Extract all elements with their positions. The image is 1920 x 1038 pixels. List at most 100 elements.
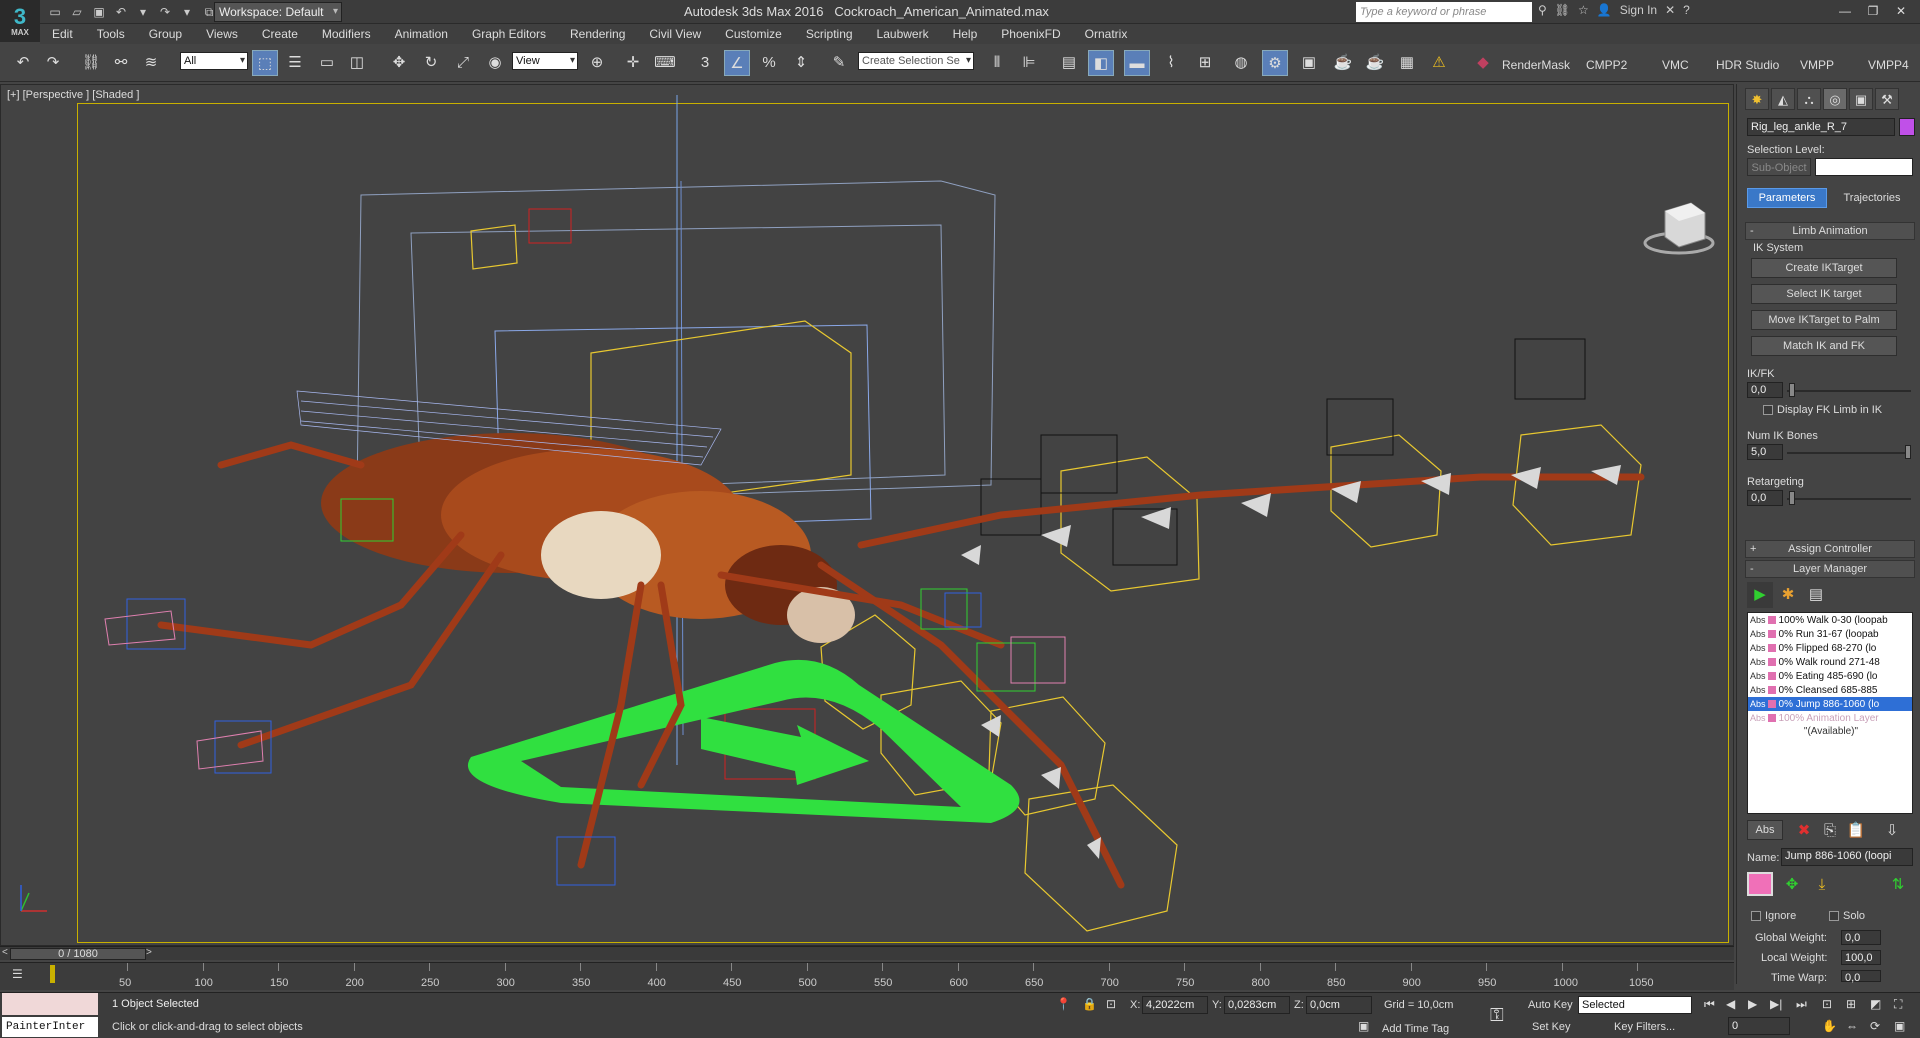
app-logo[interactable]: 3 MAX bbox=[0, 0, 40, 42]
global-weight-field[interactable]: 0,0 bbox=[1841, 930, 1881, 945]
layer-properties-icon[interactable]: ✱ bbox=[1775, 582, 1801, 608]
redo-icon[interactable]: ↷ bbox=[156, 3, 174, 21]
menu-edit[interactable]: Edit bbox=[40, 27, 85, 41]
menu-group[interactable]: Group bbox=[137, 27, 194, 41]
menu-customize[interactable]: Customize bbox=[713, 27, 794, 41]
ikfk-slider-thumb[interactable] bbox=[1789, 383, 1795, 397]
layer-row[interactable]: Abs 0% Eating 485-690 (lo bbox=[1748, 669, 1912, 683]
selection-filter-dropdown[interactable]: All bbox=[180, 52, 248, 70]
menu-views[interactable]: Views bbox=[194, 27, 250, 41]
move-iktarget-to-palm-button[interactable]: Move IKTarget to Palm bbox=[1751, 310, 1897, 330]
menu-modifiers[interactable]: Modifiers bbox=[310, 27, 383, 41]
menu-phoenixfd[interactable]: PhoenixFD bbox=[989, 27, 1072, 41]
layer-row[interactable]: Abs 0% Walk round 271-48 bbox=[1748, 655, 1912, 669]
num-ik-bones-field[interactable]: 5,0 bbox=[1747, 444, 1783, 460]
absolute-transform-icon[interactable]: ⊡ bbox=[1106, 997, 1116, 1011]
next-frame-icon[interactable]: > bbox=[146, 947, 152, 958]
layer-row-available[interactable]: "(Available)" bbox=[1748, 725, 1912, 739]
window-crossing-icon[interactable]: ◫ bbox=[344, 50, 370, 76]
create-iktarget-button[interactable]: Create IKTarget bbox=[1751, 258, 1897, 278]
bone-markers[interactable] bbox=[961, 465, 1621, 859]
track-bar[interactable]: ☰ 50 100 150 200 250 300 350 400 450 500 550 600 650… bbox=[0, 962, 1734, 990]
maximize-toggle-icon[interactable]: ▣ bbox=[1894, 1019, 1905, 1033]
layer-row[interactable]: Abs 100% Walk 0-30 (loopab bbox=[1748, 613, 1912, 627]
y-coordinate-field[interactable]: 0,0283cm bbox=[1224, 996, 1290, 1014]
retargeting-field[interactable]: 0,0 bbox=[1747, 490, 1783, 506]
modify-tab-icon[interactable]: ◭ bbox=[1771, 88, 1795, 110]
paste-layer-icon[interactable]: 📋 bbox=[1843, 818, 1869, 844]
undo-icon[interactable]: ↶ bbox=[10, 50, 36, 76]
snaps-toggle-icon[interactable]: 3 bbox=[692, 50, 718, 76]
next-key-icon[interactable]: ▶| bbox=[1770, 997, 1782, 1011]
object-name-field[interactable]: Rig_leg_ankle_R_7 bbox=[1747, 118, 1895, 136]
isolate-selection-icon[interactable]: 📍 bbox=[1056, 997, 1071, 1011]
select-ik-target-button[interactable]: Select IK target bbox=[1751, 284, 1897, 304]
open-file-icon[interactable]: ▱ bbox=[68, 3, 86, 21]
animation-layer-list[interactable]: Abs 100% Walk 0-30 (loopab Abs 0% Run 31-6… bbox=[1747, 612, 1913, 814]
menu-graph-editors[interactable]: Graph Editors bbox=[460, 27, 558, 41]
mini-curve-editor-icon[interactable]: ☰ bbox=[12, 967, 23, 981]
ignore-checkbox-box[interactable] bbox=[1751, 911, 1761, 922]
render-iterative-icon[interactable]: ☕ bbox=[1362, 50, 1388, 76]
collapse-layer-icon[interactable]: ⇩ bbox=[1879, 818, 1905, 844]
keyboard-shortcut-icon[interactable]: ⌨ bbox=[652, 50, 678, 76]
tab-trajectories[interactable]: Trajectories bbox=[1831, 188, 1913, 208]
minimize-icon[interactable]: — bbox=[1832, 2, 1858, 20]
display-fk-limb-checkbox-box[interactable] bbox=[1763, 405, 1773, 416]
link-icon[interactable]: ⛓ bbox=[1555, 3, 1570, 17]
download-layer-icon[interactable]: ⤓ bbox=[1809, 872, 1835, 898]
reference-coordinate-dropdown[interactable]: View bbox=[512, 52, 578, 70]
layer-row[interactable]: Abs 0% Flipped 68-270 (lo bbox=[1748, 641, 1912, 655]
help-icon[interactable]: ? bbox=[1683, 3, 1690, 17]
new-file-icon[interactable]: ▭ bbox=[46, 3, 64, 21]
toggle-scene-explorer-icon[interactable]: ▤ bbox=[1056, 50, 1082, 76]
add-time-tag-button[interactable]: Add Time Tag bbox=[1382, 1023, 1449, 1035]
maxscript-listener-input[interactable]: PainterInter bbox=[2, 1017, 98, 1037]
scale-icon[interactable]: ⤢ bbox=[450, 50, 476, 76]
select-object-icon[interactable]: ⬚ bbox=[252, 50, 278, 76]
field-of-view-icon[interactable]: ◩ bbox=[1870, 997, 1881, 1011]
menu-ornatrix[interactable]: Ornatrix bbox=[1073, 27, 1140, 41]
align-icon[interactable]: ⊫ bbox=[1016, 50, 1042, 76]
render-setup-icon[interactable]: ⚙ bbox=[1262, 50, 1288, 76]
menu-rendering[interactable]: Rendering bbox=[558, 27, 637, 41]
menu-civil-view[interactable]: Civil View bbox=[637, 27, 713, 41]
binoculars-icon[interactable]: ⚲ bbox=[1538, 3, 1547, 17]
placement-icon[interactable]: ◉ bbox=[482, 50, 508, 76]
restore-icon[interactable]: ❐ bbox=[1860, 2, 1886, 20]
time-tag-icon[interactable]: ▣ bbox=[1358, 1019, 1369, 1033]
link-icon[interactable]: ⛓ bbox=[78, 50, 104, 76]
display-fk-limb-checkbox[interactable]: Display FK Limb in IK bbox=[1763, 404, 1882, 416]
scene-canvas[interactable] bbox=[1, 85, 1735, 947]
x-coordinate-field[interactable]: 4,2022cm bbox=[1142, 996, 1208, 1014]
move-layer-icon[interactable]: ✥ bbox=[1779, 872, 1805, 898]
rollout-layer-manager[interactable]: - Layer Manager bbox=[1745, 560, 1915, 578]
solo-checkbox[interactable]: Solo bbox=[1829, 910, 1865, 922]
orbit-icon[interactable]: ⟳ bbox=[1870, 1019, 1880, 1033]
copy-layer-icon[interactable]: ⎘ bbox=[1817, 818, 1843, 844]
previous-key-icon[interactable]: ◀ bbox=[1726, 997, 1735, 1011]
key-icon[interactable]: ⚿ bbox=[1490, 1005, 1504, 1026]
render-production-icon[interactable]: ☕ bbox=[1330, 50, 1356, 76]
redo-icon[interactable]: ↷ bbox=[40, 50, 66, 76]
star-icon[interactable]: ☆ bbox=[1578, 3, 1589, 17]
time-slider-thumb[interactable]: 0 / 1080 bbox=[10, 948, 146, 960]
current-frame-marker[interactable] bbox=[50, 965, 55, 983]
previous-frame-icon[interactable]: < bbox=[2, 947, 8, 958]
retargeting-slider[interactable] bbox=[1787, 498, 1911, 500]
play-layer-icon[interactable]: ▶ bbox=[1747, 582, 1773, 608]
spinner-snap-icon[interactable]: ⇕ bbox=[788, 50, 814, 76]
rollout-limb-animation[interactable]: - Limb Animation bbox=[1745, 222, 1915, 240]
plugin-hdr-studio[interactable]: HDR Studio bbox=[1716, 58, 1779, 72]
ikfk-slider[interactable] bbox=[1787, 390, 1911, 392]
warning-icon[interactable]: ⚠ bbox=[1426, 50, 1452, 76]
layer-row-base[interactable]: Abs 100% Animation Layer bbox=[1748, 711, 1912, 725]
local-weight-field[interactable]: 100,0 bbox=[1841, 950, 1881, 965]
cockroach-model[interactable] bbox=[321, 433, 855, 643]
plugin-rendermask[interactable]: RenderMask bbox=[1502, 58, 1570, 72]
menu-animation[interactable]: Animation bbox=[383, 27, 460, 41]
menu-laubwerk[interactable]: Laubwerk bbox=[865, 27, 941, 41]
ikfk-value-field[interactable]: 0,0 bbox=[1747, 382, 1783, 398]
schematic-view-icon[interactable]: ⊞ bbox=[1192, 50, 1218, 76]
angle-snap-icon[interactable]: ∠ bbox=[724, 50, 750, 76]
